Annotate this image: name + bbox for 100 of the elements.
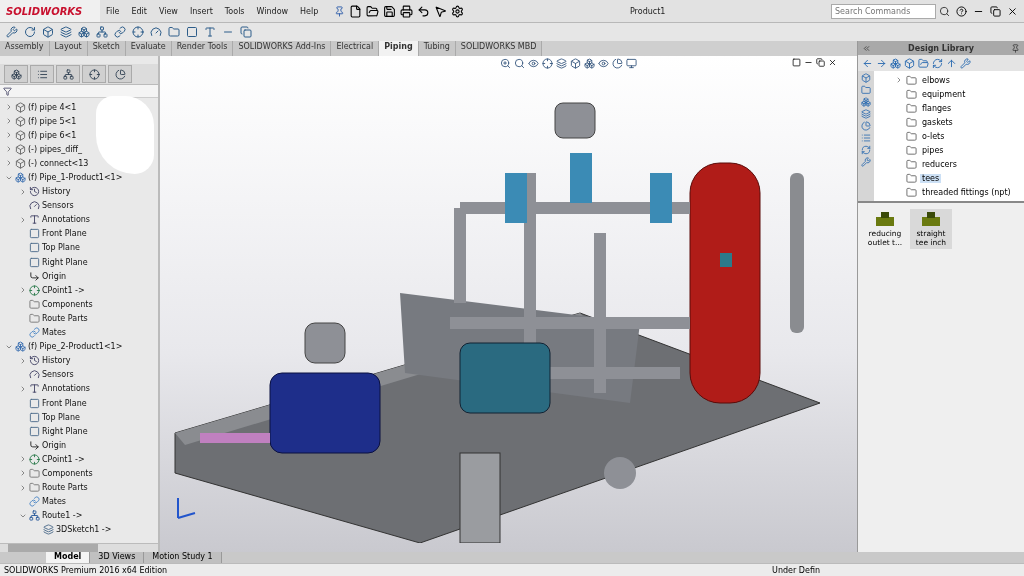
tree-item[interactable]: Sensors — [42, 370, 74, 380]
tree-item[interactable]: (f) pipe 4<1 — [28, 102, 77, 112]
ribbon-tab[interactable]: Layout — [49, 41, 88, 56]
piping-tool-icon[interactable] — [168, 26, 180, 38]
search-icon[interactable] — [939, 5, 950, 17]
piping-tool-icon[interactable] — [24, 26, 36, 38]
library-folder[interactable]: reducers — [920, 159, 959, 169]
tree-item[interactable]: CPoint1 -> — [42, 285, 85, 295]
view-tool-icon[interactable] — [612, 58, 623, 69]
piping-tool-icon[interactable] — [42, 26, 54, 38]
tree-item[interactable]: Right Plane — [42, 257, 88, 267]
piping-tool-icon[interactable] — [132, 26, 144, 38]
ribbon-tab[interactable]: Evaluate — [125, 41, 172, 56]
save-icon[interactable] — [383, 4, 397, 18]
ribbon-tab[interactable]: Piping — [379, 41, 419, 56]
tree-item[interactable]: Front Plane — [42, 229, 87, 239]
view-tool-icon[interactable] — [514, 58, 525, 69]
piping-tool-icon[interactable] — [96, 26, 108, 38]
menu-item[interactable]: Window — [250, 6, 295, 16]
open-folder-icon[interactable] — [366, 4, 380, 18]
library-tool-icon[interactable] — [890, 57, 901, 69]
search-field[interactable]: Search Commands — [831, 3, 936, 19]
view-tool-icon[interactable] — [500, 58, 511, 69]
filter-icon[interactable] — [3, 86, 12, 96]
tree-item[interactable]: Route1 -> — [42, 511, 83, 521]
side-tab-icon[interactable] — [861, 109, 871, 119]
view-tool-icon[interactable] — [598, 58, 609, 69]
panel-tab-icon[interactable] — [36, 68, 48, 80]
close-icon[interactable] — [1007, 5, 1018, 17]
close-icon[interactable] — [828, 58, 837, 67]
side-tab-icon[interactable] — [861, 97, 871, 107]
view-tool-icon[interactable] — [556, 58, 567, 69]
collapse-panel-icon[interactable] — [862, 43, 871, 53]
tree-item[interactable]: Components — [42, 469, 93, 478]
tree-item[interactable]: Right Plane — [42, 426, 88, 436]
menu-item[interactable]: Insert — [183, 6, 219, 16]
tree-item[interactable]: Annotations — [42, 384, 91, 394]
piping-tool-icon[interactable] — [114, 26, 126, 38]
piping-tool-icon[interactable] — [186, 26, 198, 38]
library-folder[interactable]: flanges — [920, 103, 954, 113]
tree-item[interactable]: (f) pipe 6<1 — [28, 130, 77, 140]
tree-item[interactable]: (f) Pipe_2-Product1<1> — [28, 342, 123, 352]
side-tab-icon[interactable] — [861, 73, 871, 83]
menu-item[interactable]: View — [152, 6, 184, 16]
tree-item[interactable]: History — [42, 356, 71, 366]
restore-icon[interactable] — [816, 58, 825, 67]
side-tab-icon[interactable] — [861, 85, 871, 95]
view-tool-icon[interactable] — [584, 58, 595, 69]
tree-item[interactable]: Components — [42, 299, 93, 309]
piping-tool-icon[interactable] — [60, 26, 72, 38]
new-file-icon[interactable] — [349, 4, 363, 18]
tree-item[interactable]: (f) pipe 5<1 — [28, 116, 77, 126]
pin-icon[interactable] — [1011, 43, 1020, 53]
tree-item[interactable]: Top Plane — [42, 243, 80, 253]
side-tab-icon[interactable] — [861, 157, 871, 167]
tree-item[interactable]: Sensors — [42, 201, 74, 211]
ribbon-tab[interactable]: Render Tools — [171, 41, 234, 56]
ribbon-tab[interactable]: SOLIDWORKS MBD — [455, 41, 543, 56]
library-tool-icon[interactable] — [932, 57, 943, 69]
library-tool-icon[interactable] — [946, 57, 957, 69]
help-icon[interactable] — [956, 5, 967, 17]
tree-item[interactable]: Mates — [42, 497, 67, 507]
library-folder[interactable]: o-lets — [920, 131, 947, 141]
library-folder[interactable]: threaded fittings (npt) — [920, 187, 1013, 197]
library-tool-icon[interactable] — [960, 57, 971, 69]
ribbon-tab[interactable]: Tubing — [418, 41, 456, 56]
panel-tab-icon[interactable] — [88, 68, 100, 80]
scrollbar-thumb[interactable] — [8, 544, 98, 552]
menu-item[interactable]: File — [100, 6, 126, 16]
view-tool-icon[interactable] — [542, 58, 553, 69]
piping-tool-icon[interactable] — [240, 26, 252, 38]
panel-tab-icon[interactable] — [10, 68, 22, 80]
library-tool-icon[interactable] — [904, 57, 915, 69]
tree-item[interactable]: CPoint1 -> — [42, 454, 85, 464]
tree-item[interactable]: (f) Pipe_1-Product1<1> — [28, 173, 123, 182]
settings-icon[interactable] — [451, 4, 465, 18]
library-folder[interactable]: equipment — [920, 89, 968, 99]
pin-icon[interactable] — [334, 5, 346, 17]
tree-item[interactable]: History — [42, 187, 71, 197]
library-folder[interactable]: pipes — [920, 145, 946, 155]
tree-item[interactable]: Mates — [42, 328, 67, 338]
panel-tab-icon[interactable] — [114, 68, 126, 80]
tree-item[interactable]: Origin — [42, 440, 67, 450]
piping-tool-icon[interactable] — [6, 26, 18, 38]
tree-item[interactable]: Annotations — [42, 215, 91, 225]
tree-item[interactable]: (-) connect<13 — [28, 158, 89, 168]
ribbon-tab[interactable]: Assembly — [0, 41, 50, 56]
undo-icon[interactable] — [417, 4, 431, 18]
library-folder[interactable]: elbows — [920, 75, 952, 85]
tree-item[interactable]: (-) pipes_diff_ — [28, 144, 82, 154]
piping-tool-icon[interactable] — [78, 26, 90, 38]
menu-item[interactable]: Tools — [218, 6, 251, 16]
view-tool-icon[interactable] — [528, 58, 539, 69]
ribbon-tab[interactable]: Electrical — [331, 41, 380, 56]
view-tool-icon[interactable] — [570, 58, 581, 69]
ribbon-tab[interactable]: Sketch — [87, 41, 126, 56]
menu-item[interactable]: Edit — [125, 6, 153, 16]
view-tool-icon[interactable] — [626, 58, 637, 69]
library-folder[interactable]: gaskets — [920, 117, 955, 127]
tree-item[interactable]: Route Parts — [42, 483, 88, 493]
